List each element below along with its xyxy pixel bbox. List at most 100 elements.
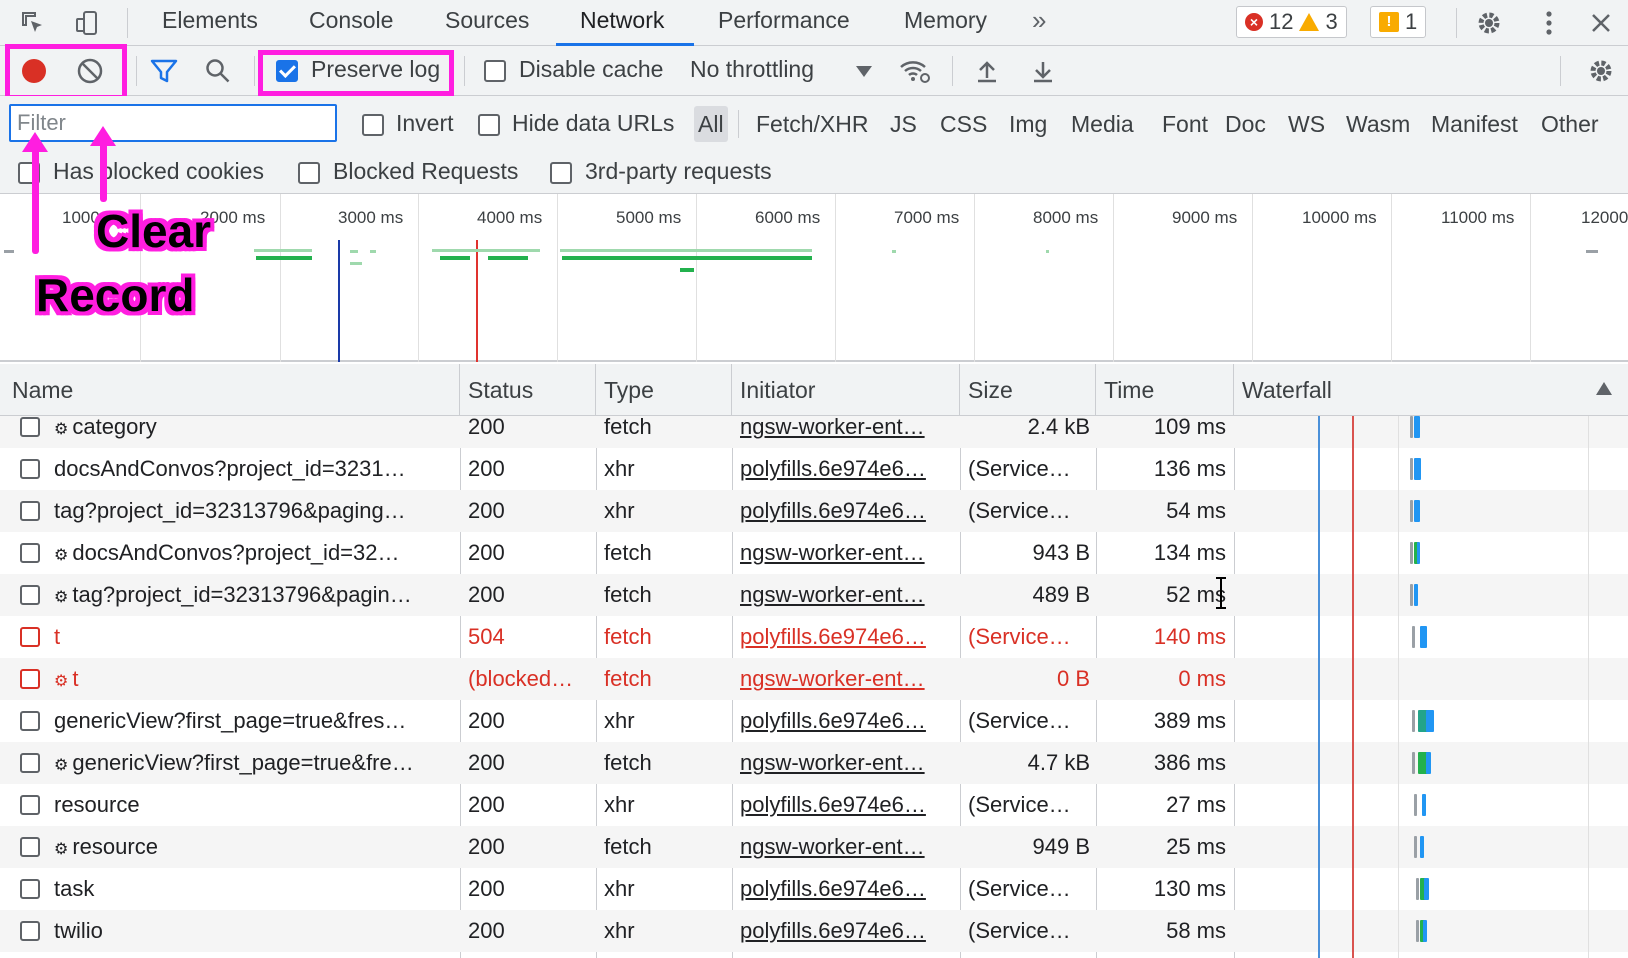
request-name[interactable]: ⚙ category bbox=[54, 416, 452, 448]
throttling-select[interactable]: No throttling bbox=[690, 56, 814, 83]
filter-type-media[interactable]: Media bbox=[1067, 106, 1138, 142]
column-header-status[interactable]: Status bbox=[460, 364, 596, 416]
blocked-requests-label[interactable]: Blocked Requests bbox=[333, 158, 518, 185]
network-overview[interactable]: 1000 ms 2000 ms 3000 ms 4000 ms 5000 ms … bbox=[0, 194, 1628, 362]
filter-input[interactable] bbox=[9, 104, 337, 142]
request-name[interactable]: resource bbox=[54, 784, 452, 826]
request-initiator-link[interactable]: ngsw-worker-ent… bbox=[740, 532, 954, 574]
column-header-waterfall[interactable]: Waterfall bbox=[1234, 364, 1628, 416]
row-checkbox[interactable] bbox=[20, 417, 40, 437]
table-row[interactable]: t 504 fetch polyfills.6e974e6… (Service… 140 … bbox=[0, 616, 1628, 658]
table-row[interactable]: docsAndConvos?project_id=3231… 200 xhr poly… bbox=[0, 448, 1628, 490]
row-checkbox[interactable] bbox=[20, 879, 40, 899]
table-row[interactable]: tag?project_id=32313796&paging… 200 xhr pol… bbox=[0, 490, 1628, 532]
request-initiator-link[interactable]: ngsw-worker-ent… bbox=[740, 742, 954, 784]
row-checkbox[interactable] bbox=[20, 921, 40, 941]
tab-sources[interactable]: Sources bbox=[441, 0, 533, 46]
request-initiator-link[interactable]: polyfills.6e974e6… bbox=[740, 490, 954, 532]
row-checkbox[interactable] bbox=[20, 543, 40, 563]
request-initiator-link[interactable]: polyfills.6e974e6… bbox=[740, 448, 954, 490]
third-party-label[interactable]: 3rd-party requests bbox=[585, 158, 772, 185]
table-row[interactable]: ⚙ tag?project_id=32313796&pagin… 200 fetch n… bbox=[0, 574, 1628, 616]
search-button[interactable] bbox=[201, 54, 235, 88]
filter-type-other[interactable]: Other bbox=[1537, 106, 1603, 142]
request-name[interactable]: docsAndConvos?project_id=3231… bbox=[54, 448, 452, 490]
blocked-requests-checkbox[interactable] bbox=[298, 162, 320, 184]
row-checkbox[interactable] bbox=[20, 837, 40, 857]
request-initiator-link[interactable]: ngsw-worker-ent… bbox=[740, 416, 954, 448]
tab-memory[interactable]: Memory bbox=[900, 0, 991, 46]
filter-type-css[interactable]: CSS bbox=[936, 106, 991, 142]
tab-network[interactable]: Network bbox=[556, 0, 694, 46]
row-checkbox[interactable] bbox=[20, 669, 40, 689]
request-initiator-link[interactable]: polyfills.6e974e6… bbox=[740, 616, 954, 658]
network-conditions-button[interactable] bbox=[898, 54, 932, 88]
tab-console[interactable]: Console bbox=[305, 0, 397, 46]
column-header-name[interactable]: Name bbox=[4, 364, 460, 416]
request-initiator-link[interactable]: polyfills.6e974e6… bbox=[740, 910, 954, 952]
sort-ascending-icon[interactable] bbox=[1596, 382, 1612, 395]
column-header-initiator[interactable]: Initiator bbox=[732, 364, 960, 416]
third-party-checkbox[interactable] bbox=[550, 162, 572, 184]
request-name[interactable]: task bbox=[54, 868, 452, 910]
filter-type-font[interactable]: Font bbox=[1158, 106, 1212, 142]
tab-elements[interactable]: Elements bbox=[158, 0, 262, 46]
table-row[interactable]: resource 200 xhr polyfills.6e974e6… (Service… bbox=[0, 784, 1628, 826]
request-name[interactable]: genericView?first_page=true&fres… bbox=[54, 700, 452, 742]
inspect-element-icon[interactable] bbox=[16, 6, 50, 40]
request-initiator-link[interactable]: ngsw-worker-ent… bbox=[740, 574, 954, 616]
import-har-button[interactable] bbox=[970, 54, 1004, 88]
filter-type-ws[interactable]: WS bbox=[1284, 106, 1329, 142]
filter-toggle-button[interactable] bbox=[147, 54, 181, 88]
invert-label[interactable]: Invert bbox=[396, 110, 454, 137]
row-checkbox[interactable] bbox=[20, 795, 40, 815]
tab-performance[interactable]: Performance bbox=[714, 0, 854, 46]
disable-cache-label[interactable]: Disable cache bbox=[519, 56, 663, 83]
hide-data-urls-label[interactable]: Hide data URLs bbox=[512, 110, 674, 137]
console-counts-badge[interactable]: × 12 3 bbox=[1236, 6, 1347, 38]
filter-type-img[interactable]: Img bbox=[1005, 106, 1051, 142]
table-row[interactable]: ⚙ t (blocked… fetch ngsw-worker-ent… 0 B 0 ms bbox=[0, 658, 1628, 700]
invert-checkbox[interactable] bbox=[362, 114, 384, 136]
table-row[interactable]: genericView?first_page=true&fres… 200 xhr p… bbox=[0, 700, 1628, 742]
filter-type-manifest[interactable]: Manifest bbox=[1427, 106, 1522, 142]
more-options-icon[interactable] bbox=[1532, 6, 1566, 40]
request-name[interactable]: t bbox=[54, 616, 452, 658]
filter-type-js[interactable]: JS bbox=[886, 106, 921, 142]
filter-type-doc[interactable]: Doc bbox=[1221, 106, 1270, 142]
request-name[interactable]: ⚙ docsAndConvos?project_id=32… bbox=[54, 532, 452, 574]
chevron-down-icon[interactable] bbox=[856, 66, 872, 77]
table-row[interactable]: ⚙ resource 200 fetch ngsw-worker-ent… 949 B 25… bbox=[0, 826, 1628, 868]
request-name[interactable]: ⚙ tag?project_id=32313796&pagin… bbox=[54, 574, 452, 616]
table-row[interactable]: ⚙ category 200 fetch ngsw-worker-ent… 2.4 kB 1… bbox=[0, 416, 1628, 448]
table-row[interactable]: twilio 200 xhr polyfills.6e974e6… (Service… 5… bbox=[0, 910, 1628, 952]
table-row[interactable]: task 200 xhr polyfills.6e974e6… (Service… 130… bbox=[0, 868, 1628, 910]
row-checkbox[interactable] bbox=[20, 627, 40, 647]
device-toolbar-icon[interactable] bbox=[70, 6, 104, 40]
row-checkbox[interactable] bbox=[20, 711, 40, 731]
has-blocked-cookies-label[interactable]: Has blocked cookies bbox=[53, 158, 264, 185]
request-initiator-link[interactable]: polyfills.6e974e6… bbox=[740, 868, 954, 910]
row-checkbox[interactable] bbox=[20, 501, 40, 521]
row-checkbox[interactable] bbox=[20, 753, 40, 773]
row-checkbox[interactable] bbox=[20, 459, 40, 479]
request-initiator-link[interactable]: polyfills.6e974e6… bbox=[740, 700, 954, 742]
filter-type-wasm[interactable]: Wasm bbox=[1342, 106, 1414, 142]
filter-type-fetch-xhr[interactable]: Fetch/XHR bbox=[752, 106, 872, 142]
row-checkbox[interactable] bbox=[20, 585, 40, 605]
request-name[interactable]: ⚙ genericView?first_page=true&fre… bbox=[54, 742, 452, 784]
export-har-button[interactable] bbox=[1026, 54, 1060, 88]
more-tabs-icon[interactable]: » bbox=[1028, 0, 1050, 46]
request-initiator-link[interactable]: ngsw-worker-ent… bbox=[740, 658, 954, 700]
request-name[interactable]: tag?project_id=32313796&paging… bbox=[54, 490, 452, 532]
request-initiator-link[interactable]: polyfills.6e974e6… bbox=[740, 784, 954, 826]
column-header-size[interactable]: Size bbox=[960, 364, 1096, 416]
request-name[interactable]: twilio bbox=[54, 910, 452, 952]
filter-type-all[interactable]: All bbox=[694, 106, 728, 142]
issues-badge[interactable]: ! 1 bbox=[1370, 6, 1427, 38]
settings-gear-icon[interactable] bbox=[1472, 6, 1506, 40]
network-settings-button[interactable] bbox=[1584, 54, 1618, 88]
table-row[interactable]: ⚙ genericView?first_page=true&fre… 200 fetc… bbox=[0, 742, 1628, 784]
table-row[interactable]: ⚙ docsAndConvos?project_id=32… 200 fetch ngs… bbox=[0, 532, 1628, 574]
disable-cache-checkbox[interactable] bbox=[484, 60, 506, 82]
